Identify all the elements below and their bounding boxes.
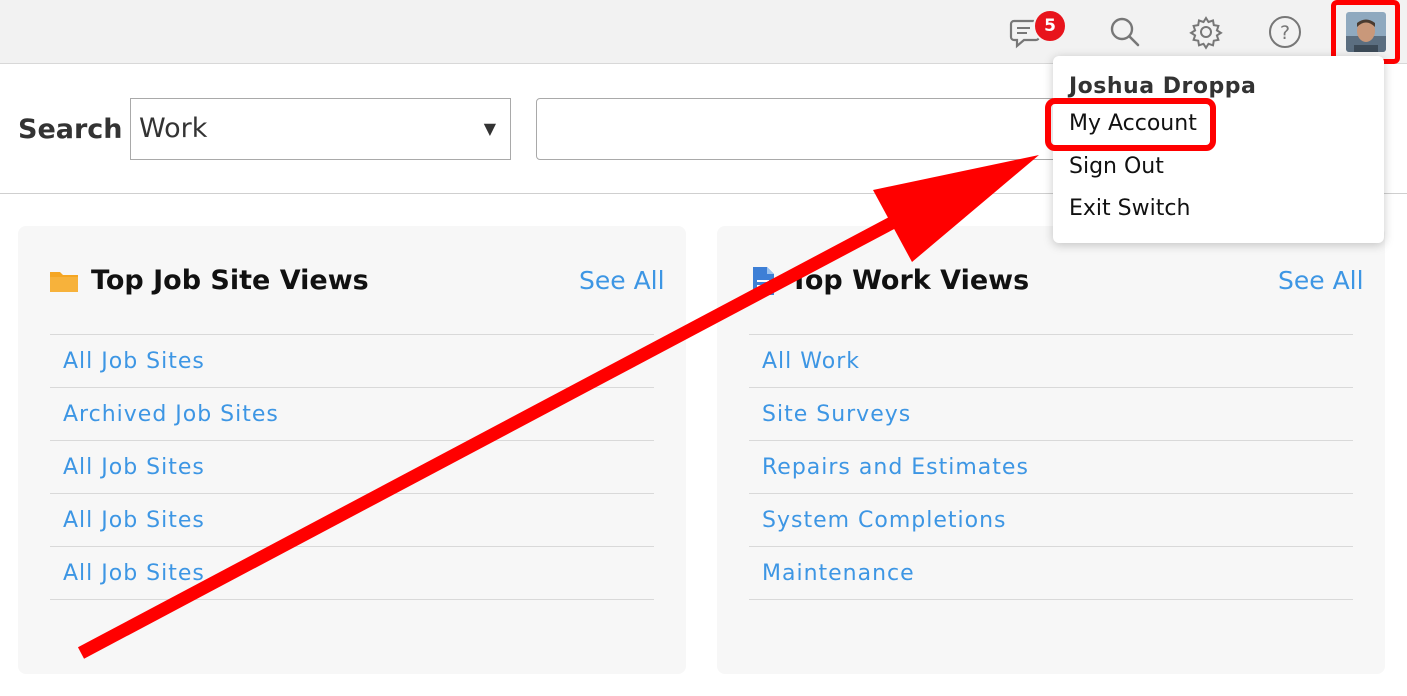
card-title: Top Work Views (790, 265, 1030, 296)
list-item[interactable]: All Job Sites (50, 335, 654, 388)
search-button[interactable] (1103, 10, 1147, 54)
list-item[interactable]: System Completions (749, 494, 1353, 547)
top-work-views-card: Top Work Views See All All Work Site Sur… (717, 226, 1385, 674)
sign-out-menu-item[interactable]: Sign Out (1069, 154, 1164, 179)
see-all-link[interactable]: See All (1278, 266, 1364, 295)
settings-button[interactable] (1184, 10, 1228, 54)
user-avatar-button[interactable] (1331, 0, 1400, 64)
dropdown-arrow-icon: ▼ (483, 119, 496, 138)
list-item[interactable]: Archived Job Sites (50, 388, 654, 441)
exit-switch-menu-item[interactable]: Exit Switch (1069, 196, 1190, 221)
svg-text:?: ? (1280, 22, 1290, 44)
search-label: Search (18, 114, 123, 145)
see-all-link[interactable]: See All (579, 266, 665, 295)
top-job-site-views-card: Top Job Site Views See All All Job Sites… (18, 226, 686, 674)
list-item[interactable]: All Job Sites (50, 441, 654, 494)
document-icon (753, 267, 774, 295)
list-item[interactable]: Repairs and Estimates (749, 441, 1353, 494)
top-bar: 5 ? (0, 0, 1407, 64)
list-item[interactable]: All Job Sites (50, 494, 654, 547)
help-circle-icon: ? (1269, 16, 1301, 48)
view-list: All Job Sites Archived Job Sites All Job… (50, 334, 654, 600)
list-item[interactable]: All Job Sites (50, 547, 654, 600)
search-input[interactable] (536, 98, 1096, 160)
list-item[interactable]: All Work (749, 335, 1353, 388)
notification-badge[interactable]: 5 (1033, 9, 1067, 43)
view-list: All Work Site Surveys Repairs and Estima… (749, 334, 1353, 600)
gear-icon (1189, 16, 1223, 50)
avatar (1345, 12, 1386, 52)
list-item[interactable]: Site Surveys (749, 388, 1353, 441)
help-button[interactable]: ? (1263, 10, 1307, 54)
card-title: Top Job Site Views (91, 265, 369, 296)
search-type-select[interactable]: Work ▼ (130, 98, 511, 160)
user-menu: Joshua Droppa My Account Sign Out Exit S… (1053, 56, 1384, 243)
my-account-menu-item[interactable]: My Account (1069, 111, 1197, 136)
folder-icon (50, 272, 78, 292)
search-icon (1110, 17, 1140, 47)
user-name: Joshua Droppa (1069, 74, 1257, 99)
list-item[interactable]: Maintenance (749, 547, 1353, 600)
search-type-value: Work (139, 113, 208, 144)
